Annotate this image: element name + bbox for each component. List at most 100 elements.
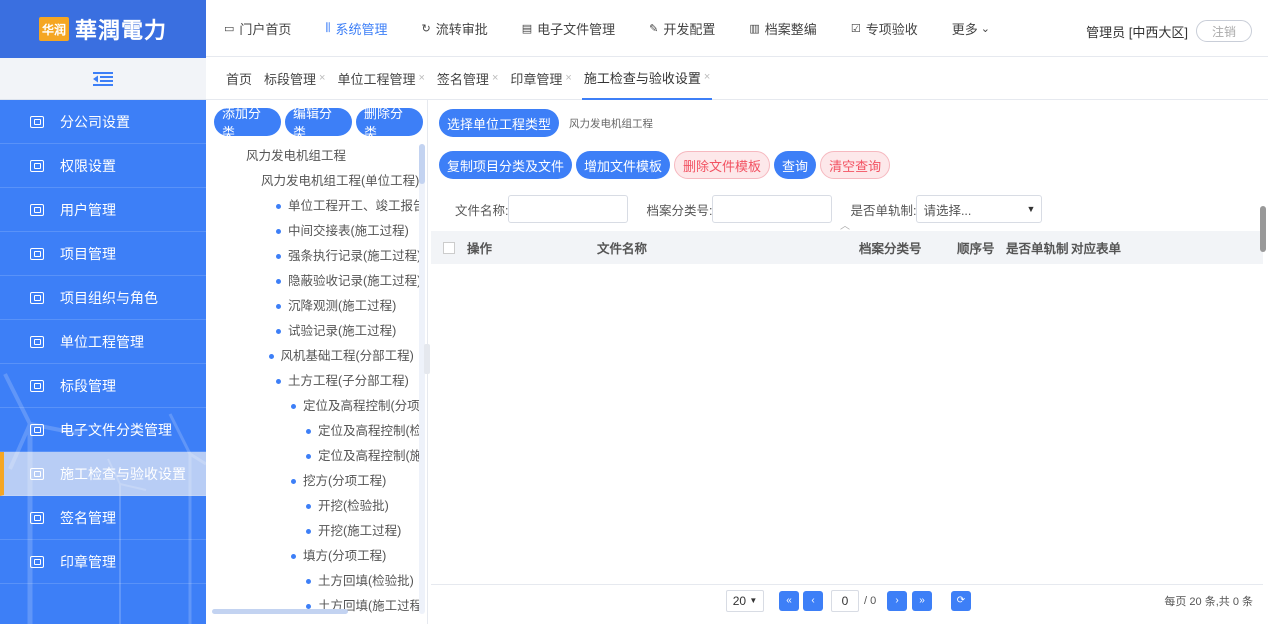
tree-node[interactable]: 中间交接表(施工过程) [206,219,420,244]
tree-node[interactable]: 风力发电机组工程 [206,144,420,169]
action-button-1[interactable]: 增加文件模板 [576,151,671,179]
tree-button-1[interactable]: 编辑分类 [285,106,352,140]
nav-item-5[interactable]: ▥ 档案整编 [749,19,816,38]
tree-vertical-scrollbar[interactable] [419,144,425,614]
sidebar-item-2[interactable]: 用户管理 [0,188,206,232]
sidebar-item-10[interactable]: 印章管理 [0,540,206,584]
tree-node[interactable]: 定位及高程控制(检 [206,419,420,444]
panel-splitter-handle[interactable] [424,344,430,374]
checkbox-icon: ☑ [850,22,861,35]
file-name-input[interactable] [508,195,629,223]
tab-0[interactable]: 首页 [224,57,254,100]
sidebar-item-label: 印章管理 [60,553,116,570]
file-icon: ▤ [521,22,533,35]
sidebar-item-8[interactable]: 施工检查与验收设置 [0,452,206,496]
single-track-select[interactable]: 请选择... ▼ [916,195,1043,223]
barcode-icon: ▥ [749,22,760,35]
nav-item-1[interactable]: ⫼ 系统管理 [325,19,387,38]
close-icon[interactable]: × [704,71,710,83]
menu-collapse-toggle[interactable] [0,58,206,100]
tab-5[interactable]: 施工检查与验收设置 × [581,57,713,100]
sidebar-item-label: 项目组织与角色 [60,289,158,306]
close-icon[interactable]: × [565,72,571,84]
tree-button-2[interactable]: 删除分类 [356,106,423,140]
tree-node[interactable]: 定位及高程控制(分项工 [206,394,420,419]
tab-2[interactable]: 单位工程管理 × [335,57,426,100]
nav-item-label: 档案整编 [764,21,817,37]
archive-no-input[interactable] [712,195,833,223]
sidebar-item-3[interactable]: 项目管理 [0,232,206,276]
close-icon[interactable]: × [418,72,424,84]
page-number-input[interactable]: 0 [831,589,859,612]
sidebar-item-5[interactable]: 单位工程管理 [0,320,206,364]
sidebar-item-0[interactable]: 分公司设置 [0,100,206,144]
category-tree: 风力发电机组工程风力发电机组工程(单位工程) 单位工程开工、竣工报告(单中间交接表… [206,144,420,619]
action-button-0[interactable]: 复制项目分类及文件 [439,151,573,179]
nav-item-4[interactable]: ✎ 开发配置 [649,19,715,38]
column-header[interactable]: 文件名称 [597,238,859,257]
sidebar-item-label: 权限设置 [60,157,116,174]
tree-node[interactable]: 强条执行记录(施工过程) [206,244,420,269]
bullet-icon [276,279,281,285]
tree-scroll-thumb[interactable] [419,144,425,184]
close-icon[interactable]: × [492,72,498,84]
tree-node[interactable]: 填方(分项工程) [206,544,420,569]
nav-item-label: 专项验收 [865,21,918,37]
first-page-icon[interactable]: « [779,590,799,611]
select-project-type-button[interactable]: 选择单位工程类型 [439,109,560,137]
column-header[interactable]: 顺序号 [957,238,1006,257]
prev-page-icon[interactable]: ‹ [803,590,823,611]
bullet-icon [291,479,296,485]
tree-node-label: 开挖(检验批) [318,499,389,513]
tree-node[interactable]: 挖方(分项工程) [206,469,420,494]
monitor-icon [30,423,44,436]
tree-node[interactable]: 土方回填(施工过程 [206,594,420,619]
tree-node[interactable]: 风力发电机组工程(单位工程) [206,169,420,194]
tree-node[interactable]: 土方工程(子分部工程) [206,369,420,394]
tree-node[interactable]: 定位及高程控制(施 [206,444,420,469]
tree-node[interactable]: 隐蔽验收记录(施工过程) [206,269,420,294]
tree-node-label: 土方工程(子分部工程) [288,374,409,388]
page-scrollbar-thumb[interactable] [1260,206,1266,252]
monitor-icon [30,291,44,304]
sidebar-item-4[interactable]: 项目组织与角色 [0,276,206,320]
column-header[interactable]: 是否单轨制 [1006,238,1071,257]
next-page-icon[interactable]: › [887,590,907,611]
close-icon[interactable]: × [319,72,325,84]
nav-item-7[interactable]: 更多 ⌄ [952,19,995,38]
tab-4[interactable]: 印章管理 × [508,57,573,100]
tree-node[interactable]: 开挖(检验批) [206,494,420,519]
select-all-checkbox[interactable] [443,241,455,254]
sidebar-item-9[interactable]: 签名管理 [0,496,206,540]
logout-button[interactable]: 注销 [1196,20,1252,42]
action-button-3[interactable]: 查询 [774,151,817,179]
tree-node[interactable]: 开挖(施工过程) [206,519,420,544]
tree-node[interactable]: 试验记录(施工过程) [206,319,420,344]
sidebar-item-label: 施工检查与验收设置 [60,465,186,482]
column-header[interactable]: 对应表单 [1071,238,1151,257]
bullet-icon [291,554,296,560]
nav-item-3[interactable]: ▤ 电子文件管理 [522,19,615,38]
column-header[interactable]: 操作 [467,238,597,257]
tree-horizontal-scrollbar[interactable] [212,609,348,614]
last-page-icon[interactable]: » [912,590,932,611]
action-button-2[interactable]: 删除文件模板 [674,151,771,179]
sidebar-item-6[interactable]: 标段管理 [0,364,206,408]
action-button-4[interactable]: 清空查询 [820,151,891,179]
page-size-select[interactable]: 20 ▼ [726,589,764,612]
tree-node[interactable]: 土方回填(检验批) [206,569,420,594]
tree-node[interactable]: 沉降观测(施工过程) [206,294,420,319]
tree-node[interactable]: 单位工程开工、竣工报告(单 [206,194,420,219]
tab-3[interactable]: 签名管理 × [435,57,500,100]
tree-node[interactable]: 风机基础工程(分部工程) [206,344,420,369]
sidebar-item-7[interactable]: 电子文件分类管理 [0,408,206,452]
sidebar-item-1[interactable]: 权限设置 [0,144,206,188]
nav-item-6[interactable]: ☑ 专项验收 [851,19,918,38]
tree-button-0[interactable]: 添加分类 [214,106,281,140]
refresh-icon[interactable]: ⟳ [951,590,971,611]
tab-1[interactable]: 标段管理 × [262,57,327,100]
caret-down-icon: ▼ [749,596,758,605]
nav-item-0[interactable]: ▭ 门户首页 [224,19,291,38]
nav-item-2[interactable]: ↻ 流转审批 [422,19,488,38]
column-header[interactable]: 档案分类号 [859,238,957,257]
